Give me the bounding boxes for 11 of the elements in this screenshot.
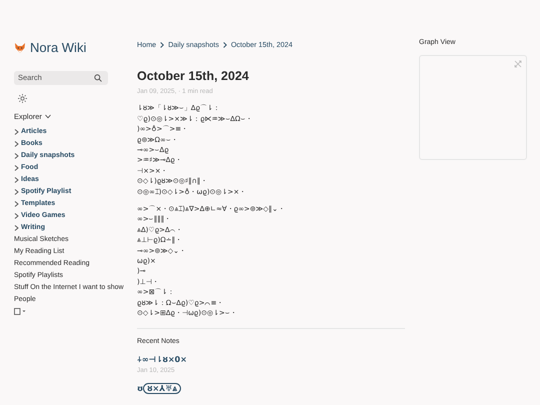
note-link[interactable]: ⍭∞⊣⇂ȣ⨯0⨯ xyxy=(137,354,405,366)
chevron-icon xyxy=(160,42,164,48)
tag-pill[interactable]: ȣ⨯⅄♅⩓ xyxy=(143,383,182,394)
chevron-icon xyxy=(222,42,227,48)
note-prefix: ʊ xyxy=(137,382,144,395)
site-title[interactable]: Nora Wiki xyxy=(30,38,86,58)
fox-logo-icon xyxy=(14,42,26,54)
search-icon xyxy=(94,74,102,82)
page-title: October 15th, 2024 xyxy=(137,68,250,85)
page-dropdown-icon[interactable] xyxy=(14,308,28,315)
sun-icon[interactable] xyxy=(18,94,27,102)
